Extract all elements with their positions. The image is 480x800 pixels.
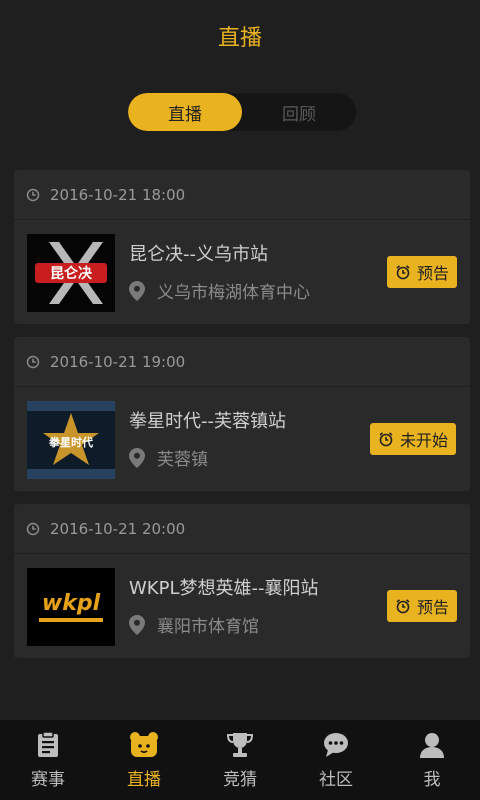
kunlunjue-logo: 昆仑决 [27, 234, 115, 312]
quanxing-logo: 拳星时代 [27, 401, 115, 479]
tab-guess[interactable]: 竞猜 [192, 720, 288, 800]
chat-icon [324, 732, 348, 757]
trophy-icon [226, 732, 254, 757]
location-pin-icon [129, 280, 145, 301]
svg-text:昆仑决: 昆仑决 [50, 265, 93, 282]
event-venue: 襄阳市体育馆 [157, 617, 259, 637]
svg-text:拳星时代: 拳星时代 [48, 435, 93, 449]
event-time: 2016-10-21 20:00 [50, 519, 186, 538]
event-title: 拳星时代--芙蓉镇站 [129, 411, 286, 432]
location-pin-icon [129, 614, 145, 635]
status-badge[interactable]: 预告 [387, 590, 458, 622]
event-time-row: 2016-10-21 18:00 [14, 170, 470, 220]
clipboard-icon [38, 730, 58, 757]
event-title: 昆仑决--义乌市站 [129, 244, 268, 265]
clock-icon [26, 355, 40, 368]
tab-matches[interactable]: 赛事 [0, 720, 96, 800]
event-venue: 芙蓉镇 [157, 450, 208, 470]
tab-label: 我 [423, 769, 441, 790]
event-card[interactable]: 2016-10-21 20:00 wkpl WKPL梦想英雄--襄阳站 襄阳市体… [14, 504, 470, 658]
status-badge-label: 预告 [417, 598, 450, 617]
status-badge[interactable]: 未开始 [370, 423, 457, 455]
clock-icon [26, 188, 40, 201]
event-logo: 拳星时代 [27, 401, 115, 479]
bear-icon [130, 731, 158, 757]
alarm-clock-icon [379, 432, 393, 447]
wkpl-logo: wkpl [27, 568, 115, 646]
clock-icon [26, 522, 40, 535]
status-badge[interactable]: 预告 [387, 256, 458, 288]
tab-me[interactable]: 我 [384, 720, 480, 800]
tab-replay[interactable]: 回顾 [242, 93, 356, 131]
alarm-clock-icon [396, 599, 410, 614]
event-time: 2016-10-21 19:00 [50, 352, 186, 371]
event-logo: wkpl [27, 568, 115, 646]
live-replay-segment: 直播 回顾 [128, 93, 356, 131]
status-badge-label: 预告 [417, 264, 450, 283]
status-badge-label: 未开始 [400, 431, 449, 450]
event-logo: 昆仑决 [27, 234, 115, 312]
app-header: 直播 [0, 0, 480, 72]
tab-community[interactable]: 社区 [288, 720, 384, 800]
event-time-row: 2016-10-21 20:00 [14, 504, 470, 554]
page-title: 直播 [217, 26, 262, 51]
user-icon [420, 732, 444, 758]
event-card[interactable]: 2016-10-21 19:00 拳星时代 拳星时代--芙蓉镇站 芙蓉镇 未开始 [14, 337, 470, 491]
bottom-tab-bar: 赛事 直播 竞猜 社区 我 [0, 720, 480, 800]
tab-live-bottom[interactable]: 直播 [96, 720, 192, 800]
event-time-row: 2016-10-21 19:00 [14, 337, 470, 387]
svg-text:wkpl: wkpl [42, 591, 101, 616]
tab-label: 社区 [319, 769, 353, 790]
tab-live[interactable]: 直播 [128, 93, 242, 131]
event-title: WKPL梦想英雄--襄阳站 [129, 578, 319, 599]
event-time: 2016-10-21 18:00 [50, 185, 186, 204]
tab-label: 直播 [127, 769, 161, 790]
location-pin-icon [129, 447, 145, 468]
event-venue: 义乌市梅湖体育中心 [157, 283, 310, 303]
event-card[interactable]: 2016-10-21 18:00 昆仑决 昆仑决--义乌市站 义乌市梅湖体育中心 [14, 170, 470, 324]
alarm-clock-icon [396, 265, 410, 280]
tab-label: 竞猜 [223, 769, 257, 790]
tab-label: 赛事 [31, 769, 65, 790]
